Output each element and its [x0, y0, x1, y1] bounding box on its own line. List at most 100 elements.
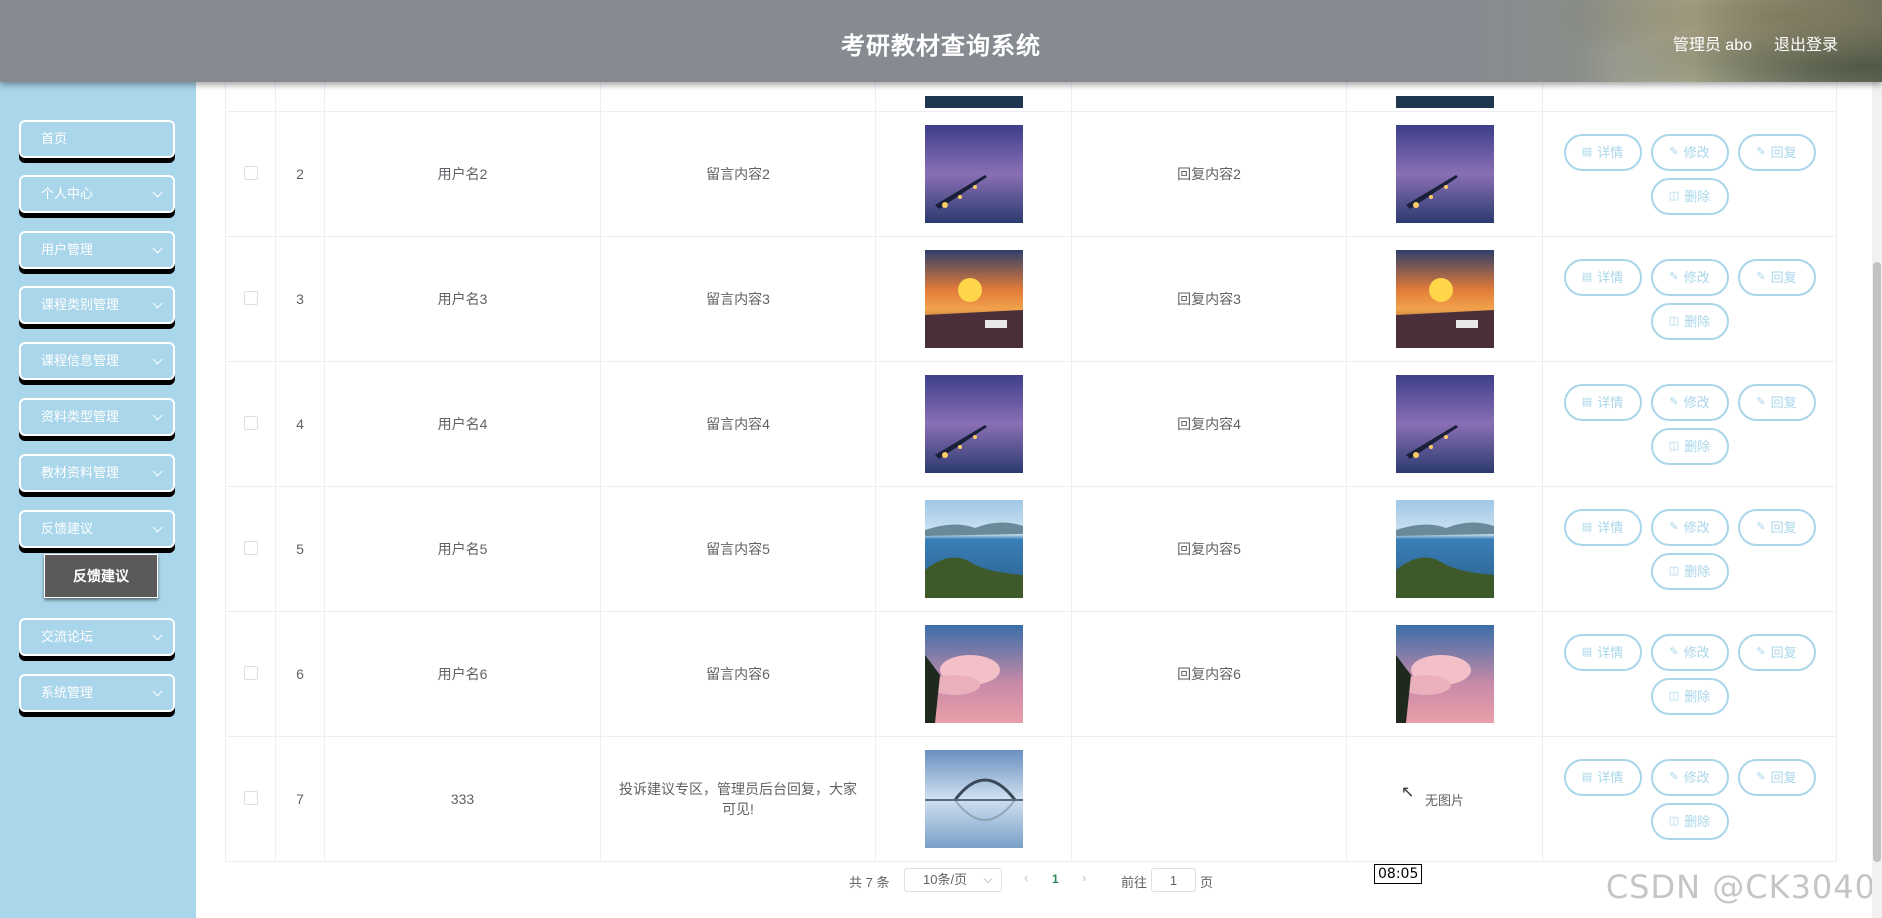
message-image [876, 625, 1071, 723]
detail-label: 详情 [1597, 394, 1624, 410]
logout-link[interactable]: 退出登录 [1774, 31, 1838, 55]
detail-button[interactable]: ▤ 详情 [1563, 633, 1642, 671]
sidebar-item-home[interactable]: 首页 [19, 120, 175, 158]
reply-button[interactable]: ✎ 回复 [1737, 133, 1816, 171]
reply-image [1347, 250, 1542, 348]
page-title: 考研教材查询系统 [841, 33, 1041, 60]
detail-button[interactable]: ▤ 详情 [1563, 258, 1642, 296]
row-checkbox[interactable] [243, 540, 258, 555]
message-image [876, 750, 1071, 848]
reply-button[interactable]: ✎ 回复 [1737, 633, 1816, 671]
detail-label: 详情 [1597, 644, 1624, 660]
row-checkbox[interactable] [243, 290, 258, 305]
detail-label: 详情 [1597, 769, 1624, 785]
sidebar-item-system[interactable]: 系统管理 [19, 674, 175, 712]
reply-cell: 回复内容2 [1071, 111, 1347, 237]
edit-button[interactable]: ✎ 修改 [1650, 133, 1729, 171]
delete-button[interactable]: ◫ 删除 [1650, 427, 1729, 465]
reply-label: 回复 [1770, 644, 1797, 660]
detail-button[interactable]: ▤ 详情 [1563, 133, 1642, 171]
delete-label: 删除 [1684, 563, 1711, 579]
message-cell: 留言内容2 [600, 111, 876, 237]
row-checkbox[interactable] [243, 790, 258, 805]
chevron-down-icon [152, 466, 163, 477]
message-image [876, 250, 1071, 348]
detail-label: 详情 [1597, 519, 1624, 535]
edit-label: 修改 [1683, 769, 1710, 785]
pagination: 共 7 条 10条/页 ‹ 1 › 前往 页 [0, 868, 1882, 892]
row-index: 5 [275, 486, 325, 612]
row-checkbox[interactable] [243, 665, 258, 680]
sidebar-item-material-type[interactable]: 资料类型管理 [19, 398, 175, 436]
prev-page-icon[interactable]: ‹ [1024, 870, 1028, 885]
vertical-scrollbar[interactable] [1872, 82, 1882, 918]
detail-button[interactable]: ▤ 详情 [1563, 383, 1642, 421]
page-number-current[interactable]: 1 [1052, 872, 1059, 886]
reply-button[interactable]: ✎ 回复 [1737, 758, 1816, 796]
reply-image [1347, 125, 1542, 223]
sidebar-item-course-info[interactable]: 课程信息管理 [19, 342, 175, 380]
trash-icon: ◫ [1668, 439, 1680, 452]
reply-label: 回复 [1770, 144, 1797, 160]
message-image [924, 96, 1023, 108]
reply-label: 回复 [1770, 394, 1797, 410]
edit-button[interactable]: ✎ 修改 [1650, 633, 1729, 671]
message-cell: 留言内容5 [600, 486, 876, 612]
page-size-select[interactable]: 10条/页 [904, 868, 1002, 892]
delete-button[interactable]: ◫ 删除 [1650, 802, 1729, 840]
detail-button[interactable]: ▤ 详情 [1563, 758, 1642, 796]
delete-label: 删除 [1684, 188, 1711, 204]
mouse-cursor-icon: ↖ [1401, 784, 1415, 801]
edit-button[interactable]: ✎ 修改 [1650, 508, 1729, 546]
row-index: 3 [275, 236, 325, 362]
sidebar-item-user-management[interactable]: 用户管理 [19, 231, 175, 269]
table-row: 7 333 投诉建议专区，管理员后台回复，大家可见! 无图片 ▤ 详情 ✎ 修改 ✎ 回复 ◫ 删除 [225, 736, 1837, 862]
reply-button[interactable]: ✎ 回复 [1737, 383, 1816, 421]
page-unit-label: 页 [1200, 875, 1214, 890]
username-cell: 用户名4 [324, 361, 601, 487]
delete-button[interactable]: ◫ 删除 [1650, 302, 1729, 340]
sidebar-item-course-category[interactable]: 课程类别管理 [19, 286, 175, 324]
delete-button[interactable]: ◫ 删除 [1650, 177, 1729, 215]
trash-icon: ◫ [1668, 314, 1680, 327]
pencil-icon: ✎ [1669, 145, 1679, 158]
goto-page-input[interactable] [1151, 868, 1196, 892]
username-cell: 用户名2 [324, 111, 601, 237]
detail-button[interactable]: ▤ 详情 [1563, 508, 1642, 546]
edit-button[interactable]: ✎ 修改 [1650, 258, 1729, 296]
reply-image [1347, 500, 1542, 598]
chevron-down-icon [152, 630, 163, 641]
delete-button[interactable]: ◫ 删除 [1650, 552, 1729, 590]
trash-icon: ◫ [1668, 689, 1680, 702]
reply-button[interactable]: ✎ 回复 [1737, 258, 1816, 296]
row-actions: ▤ 详情 ✎ 修改 ✎ 回复 ◫ 删除 [1560, 633, 1820, 715]
document-icon: ▤ [1581, 270, 1593, 283]
chevron-down-icon [152, 522, 163, 533]
sidebar-item-forum[interactable]: 交流论坛 [19, 618, 175, 656]
row-checkbox[interactable] [243, 415, 258, 430]
sidebar-item-label: 课程类别管理 [41, 297, 120, 312]
row-index: 6 [275, 611, 325, 737]
delete-button[interactable]: ◫ 删除 [1650, 677, 1729, 715]
next-page-icon[interactable]: › [1082, 870, 1086, 885]
reply-cell: 回复内容6 [1071, 611, 1347, 737]
row-checkbox[interactable] [243, 165, 258, 180]
sidebar-item-personal-center[interactable]: 个人中心 [19, 175, 175, 213]
sidebar-item-label: 用户管理 [41, 242, 94, 257]
document-icon: ▤ [1581, 395, 1593, 408]
sidebar-item-textbook-material[interactable]: 教材资料管理 [19, 454, 175, 492]
document-icon: ▤ [1581, 145, 1593, 158]
edit-button[interactable]: ✎ 修改 [1650, 383, 1729, 421]
goto-label: 前往 [1121, 875, 1148, 890]
reply-cell: 回复内容4 [1071, 361, 1347, 487]
submenu-feedback[interactable]: 反馈建议 [44, 554, 158, 598]
message-image [876, 125, 1071, 223]
delete-label: 删除 [1684, 813, 1711, 829]
scrollbar-thumb[interactable] [1873, 262, 1881, 862]
sidebar-item-feedback[interactable]: 反馈建议 [19, 510, 175, 548]
reply-image [1347, 625, 1542, 723]
edit-button[interactable]: ✎ 修改 [1650, 758, 1729, 796]
reply-button[interactable]: ✎ 回复 [1737, 508, 1816, 546]
pencil-icon: ✎ [1756, 520, 1766, 533]
trash-icon: ◫ [1668, 814, 1680, 827]
